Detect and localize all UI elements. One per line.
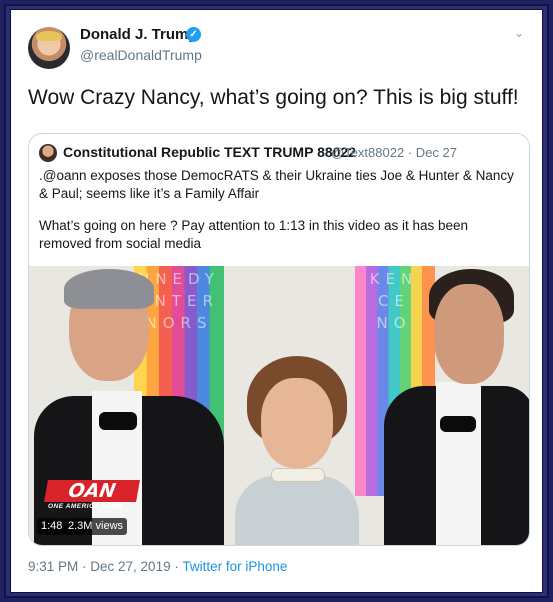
quoted-avatar (39, 144, 57, 162)
quoted-author-name: Constitutional Republic TEXT TRUMP 88022 (63, 144, 357, 160)
timestamp[interactable]: 9:31 PM · Dec 27, 2019 · (28, 559, 182, 574)
source-link[interactable]: Twitter for iPhone (182, 559, 287, 574)
author-name[interactable]: Donald J. Trump (80, 26, 198, 43)
quoted-paragraph: .@oann exposes those DemocRATS & their U… (39, 168, 514, 201)
chevron-down-icon[interactable]: ⌄ (511, 25, 527, 41)
quoted-text: .@oann exposes those DemocRATS & their U… (39, 167, 517, 267)
tweet-text: Wow Crazy Nancy, what’s going on? This i… (28, 86, 519, 109)
person-right (374, 266, 529, 545)
avatar-hair (36, 31, 62, 41)
oan-logo: OAN ONE AMERICA NEWS (44, 480, 140, 514)
quoted-tweet[interactable]: Constitutional Republic TEXT TRUMP 88022… (28, 133, 530, 546)
video-thumbnail[interactable]: NNEDY ENTER NORS KEN CE NO OAN ONE AMERI… (29, 266, 529, 545)
tweet-card: Donald J. Trump ✓ @realDonaldTrump ⌄ Wow… (10, 9, 543, 593)
verified-icon: ✓ (186, 27, 201, 42)
quoted-handle-date: @Text88022 · Dec 27 (331, 145, 457, 160)
video-duration: 1:48 (37, 518, 67, 535)
author-handle[interactable]: @realDonaldTrump (80, 47, 202, 63)
tweet-meta: 9:31 PM · Dec 27, 2019 · Twitter for iPh… (28, 559, 287, 574)
avatar[interactable] (28, 27, 70, 69)
quoted-paragraph: What’s going on here ? Pay attention to … (39, 218, 469, 251)
person-center (227, 356, 367, 545)
video-views: 2.3M views (64, 518, 128, 535)
